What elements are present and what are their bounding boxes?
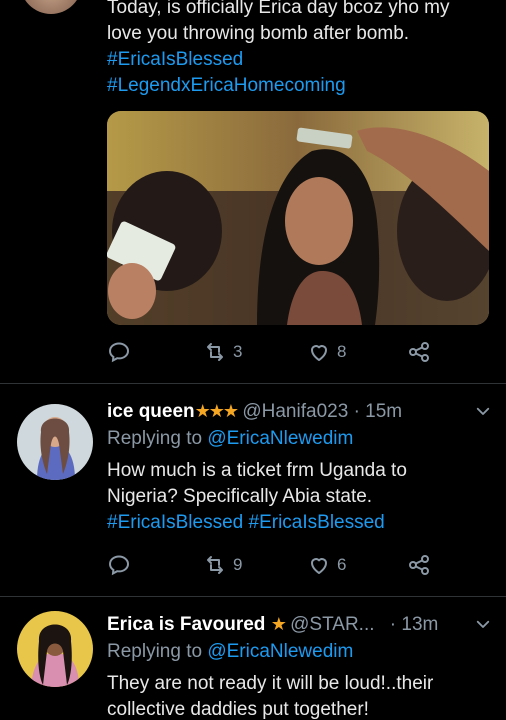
display-name[interactable]: Erica is Favoured — [107, 614, 265, 635]
tweet-text-line: love you throwing bomb after bomb. — [107, 23, 410, 44]
chevron-down-icon[interactable] — [474, 615, 492, 633]
share-button[interactable] — [407, 553, 431, 577]
retweet-icon — [207, 343, 223, 361]
reply-button[interactable] — [107, 340, 131, 364]
tweet-text-line: How much is a ticket frm Uganda to — [107, 460, 407, 481]
tweet-actions: 3 8 — [107, 340, 487, 368]
share-button[interactable] — [407, 340, 431, 364]
retweet-button[interactable]: 3 — [203, 340, 242, 364]
replying-to: Replying to @EricaNlewedim — [107, 639, 353, 665]
like-count: 8 — [337, 342, 347, 361]
tweet[interactable]: Today, is officially Erica day bcoz yho … — [0, 0, 506, 383]
like-icon — [311, 345, 327, 361]
tweet-header: ice queen★★★ @Hanifa023 · 15m — [107, 398, 499, 425]
tweet-text: How much is a ticket frm Uganda to Niger… — [107, 458, 497, 536]
photo-illustration — [107, 111, 489, 325]
hashtag-link[interactable]: #EricaIsBlessed — [107, 47, 497, 73]
tweet-header: Erica is Favoured ★ @STAR... · 13m — [107, 611, 499, 638]
mention-link[interactable]: @EricaNlewedim — [207, 641, 353, 662]
tweet-photo[interactable] — [107, 111, 489, 325]
retweet-icon — [207, 556, 223, 574]
retweet-button[interactable]: 9 — [203, 553, 242, 577]
tweet-actions: 9 6 — [107, 553, 487, 581]
tweet-text: They are not ready it will be loud!..the… — [107, 671, 497, 720]
avatar[interactable] — [17, 404, 93, 480]
avatar[interactable] — [20, 0, 82, 14]
tweet-text: Today, is officially Erica day bcoz yho … — [107, 0, 497, 99]
tweet[interactable]: ice queen★★★ @Hanifa023 · 15m Replying t… — [0, 384, 506, 592]
tweet-text-line: Today, is officially Erica day bcoz yho … — [107, 0, 450, 18]
timestamp[interactable]: · 15m — [354, 401, 403, 422]
retweet-count: 3 — [233, 342, 243, 361]
tweet-text-line: collective daddies put together! — [107, 699, 369, 720]
reply-button[interactable] — [107, 553, 131, 577]
tweet[interactable]: Erica is Favoured ★ @STAR... · 13m Reply… — [0, 597, 506, 720]
user-handle[interactable]: @Hanifa023 — [242, 401, 348, 422]
like-button[interactable]: 6 — [307, 553, 346, 577]
share-icon — [409, 342, 429, 362]
mention-link[interactable]: @EricaNlewedim — [207, 428, 353, 449]
tweet-text-line: Nigeria? Specifically Abia state. — [107, 486, 373, 507]
avatar-image — [17, 611, 93, 687]
chevron-down-icon[interactable] — [474, 402, 492, 420]
hashtag-link[interactable]: #LegendxEricaHomecoming — [107, 73, 497, 99]
hashtag-link[interactable]: #EricaIsBlessed #EricaIsBlessed — [107, 510, 497, 536]
timestamp[interactable]: · 13m — [390, 614, 439, 635]
replying-to: Replying to @EricaNlewedim — [107, 426, 353, 452]
avatar-image — [17, 404, 93, 480]
display-name[interactable]: ice queen — [107, 401, 195, 422]
star-emoji-icon: ★ — [270, 614, 287, 634]
like-count: 6 — [337, 555, 347, 574]
avatar[interactable] — [17, 611, 93, 687]
replying-to-label: Replying to — [107, 641, 203, 662]
share-icon — [409, 555, 429, 575]
reply-icon — [108, 555, 130, 576]
like-button[interactable]: 8 — [307, 340, 346, 364]
replying-to-label: Replying to — [107, 428, 203, 449]
retweet-count: 9 — [233, 555, 243, 574]
user-handle[interactable]: @STAR... — [290, 614, 374, 635]
reply-icon — [108, 342, 130, 363]
tweet-text-line: They are not ready it will be loud!..the… — [107, 673, 434, 694]
star-emoji-icon: ★★★ — [194, 401, 239, 421]
like-icon — [311, 558, 327, 574]
